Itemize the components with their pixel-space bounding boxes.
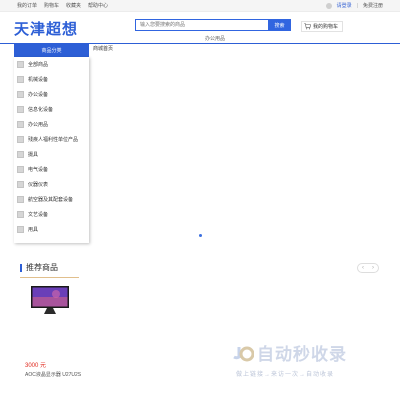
category-item[interactable]: 机械设备 xyxy=(14,72,89,87)
category-label: 机械设备 xyxy=(28,77,49,83)
category-thumb-icon xyxy=(17,136,24,143)
my-orders-link[interactable]: 我的订单 xyxy=(17,2,37,9)
cart-link[interactable]: 购物车 xyxy=(44,2,59,9)
category-label: 残疾人福利性单位产品 xyxy=(28,137,79,143)
user-icon xyxy=(325,2,332,9)
category-item[interactable]: 文艺设备 xyxy=(14,207,89,222)
category-thumb-icon xyxy=(17,226,24,233)
site-logo[interactable]: 天津超想 xyxy=(14,18,78,39)
category-item[interactable]: 用具 xyxy=(14,222,89,237)
category-thumb-icon xyxy=(17,121,24,128)
login-link[interactable]: 请登录 xyxy=(337,2,352,9)
product-name[interactable]: AOC液晶显示器 U27U2S xyxy=(25,371,81,378)
category-thumb-icon xyxy=(17,106,24,113)
search-button[interactable]: 搜索 xyxy=(268,19,291,31)
carousel-dot[interactable] xyxy=(199,234,202,237)
category-label: 航空器及其配套设备 xyxy=(28,197,74,203)
category-label: 摄具 xyxy=(28,152,39,158)
category-item[interactable]: 信息化设备 xyxy=(14,102,89,117)
cart-label: 我的购物车 xyxy=(313,24,339,30)
category-item[interactable]: 残疾人福利性单位产品 xyxy=(14,132,89,147)
category-item[interactable]: 仪器仪表 xyxy=(14,177,89,192)
prev-arrow-icon[interactable]: ‹ xyxy=(358,264,368,272)
category-item[interactable]: 航空器及其配套设备 xyxy=(14,192,89,207)
hot-search-word[interactable]: 办公用品 xyxy=(205,35,225,42)
category-menu: 全部商品 机械设备 办公设备 信息化设备 办公用品 残疾人福利性单位产品 摄具 … xyxy=(14,57,89,243)
watermark-subtitle: 做上链接→来访一次→自动收录 xyxy=(236,372,335,378)
carousel-arrows: ‹ › xyxy=(357,263,379,273)
watermark: 自动秒收录 做上链接→来访一次→自动收录 xyxy=(232,340,347,378)
favorites-link[interactable]: 收藏夹 xyxy=(66,2,81,9)
register-link[interactable]: 免费注册 xyxy=(363,2,383,9)
category-item[interactable]: 办公用品 xyxy=(14,117,89,132)
category-thumb-icon xyxy=(17,181,24,188)
category-label: 信息化设备 xyxy=(28,107,54,113)
category-thumb-icon xyxy=(17,61,24,68)
top-bar: 我的订单 购物车 收藏夹 帮助中心 请登录 | 免费注册 xyxy=(0,0,400,12)
category-label: 全部商品 xyxy=(28,62,49,68)
category-label: 文艺设备 xyxy=(28,212,49,218)
category-thumb-icon xyxy=(17,76,24,83)
category-thumb-icon xyxy=(17,151,24,158)
search-input[interactable] xyxy=(135,19,268,31)
top-links: 我的订单 购物车 收藏夹 帮助中心 xyxy=(17,2,108,9)
product-image-monitor[interactable] xyxy=(30,285,70,315)
watermark-mark-icon xyxy=(233,346,254,361)
help-center-link[interactable]: 帮助中心 xyxy=(88,2,108,9)
search-bar: 搜索 xyxy=(135,19,291,31)
category-label: 办公用品 xyxy=(28,122,49,128)
category-thumb-icon xyxy=(17,211,24,218)
category-label: 电气设备 xyxy=(28,167,49,173)
category-header[interactable]: 商品分类 xyxy=(14,43,89,57)
category-thumb-icon xyxy=(17,196,24,203)
category-item[interactable]: 摄具 xyxy=(14,147,89,162)
category-label: 办公设备 xyxy=(28,92,49,98)
category-thumb-icon xyxy=(17,166,24,173)
watermark-logo: 自动秒收录 xyxy=(232,340,347,365)
divider: | xyxy=(356,2,358,9)
recommend-divider-accent xyxy=(20,277,79,278)
category-thumb-icon xyxy=(17,91,24,98)
category-item[interactable]: 办公设备 xyxy=(14,87,89,102)
category-item[interactable]: 全部商品 xyxy=(14,57,89,72)
cart-icon xyxy=(304,23,311,30)
cart-button[interactable]: 我的购物车 xyxy=(301,21,343,32)
account-links: 请登录 | 免费注册 xyxy=(325,2,383,9)
mall-home-link[interactable]: 商城首页 xyxy=(93,45,113,52)
watermark-title: 自动秒收录 xyxy=(257,345,347,365)
next-arrow-icon[interactable]: › xyxy=(368,264,378,272)
category-label: 用具 xyxy=(28,227,39,233)
product-price: 3000 元 xyxy=(25,363,47,369)
category-label: 仪器仪表 xyxy=(28,182,49,188)
category-item[interactable]: 电气设备 xyxy=(14,162,89,177)
recommend-title: 推荐商品 xyxy=(20,264,58,272)
